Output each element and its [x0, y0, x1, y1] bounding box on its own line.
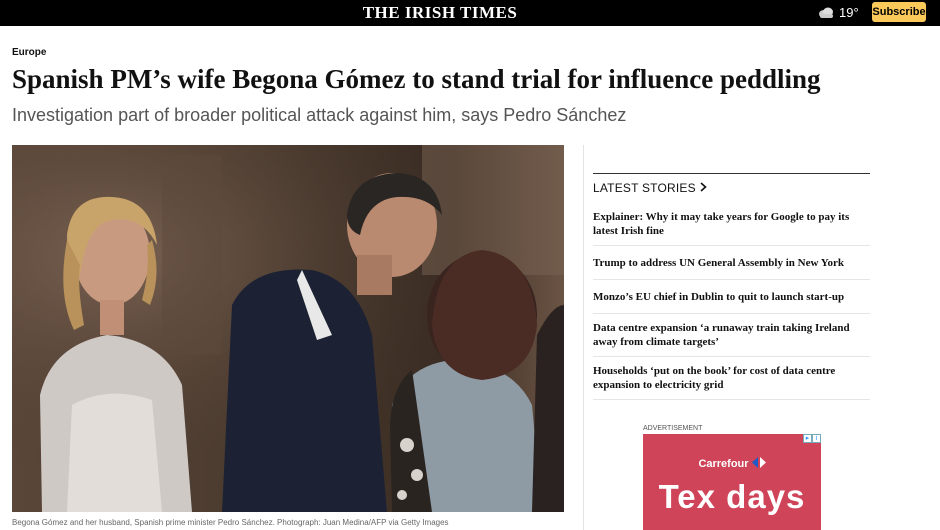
masthead-logo[interactable]: THE IRISH TIMES	[0, 3, 880, 23]
latest-story-item[interactable]: Trump to address UN General Assembly in …	[593, 246, 870, 280]
subscribe-button[interactable]: Subscribe	[872, 2, 926, 22]
latest-stories-title: LATEST STORIES	[593, 181, 696, 195]
cloud-icon	[818, 7, 835, 19]
article-headline: Spanish PM’s wife Begona Gómez to stand …	[12, 64, 821, 94]
latest-story-item[interactable]: Explainer: Why it may take years for Goo…	[593, 203, 870, 246]
column-divider	[583, 145, 584, 530]
weather-temperature: 19°	[839, 5, 859, 20]
chevron-right-icon	[700, 181, 707, 195]
article-standfirst: Investigation part of broader political …	[12, 105, 627, 125]
hero-image	[12, 145, 564, 512]
info-icon: i	[812, 434, 821, 443]
advertisement-label: ADVERTISEMENT	[643, 425, 703, 432]
latest-story-item[interactable]: Monzo’s EU chief in Dublin to quit to la…	[593, 280, 870, 314]
ad-choices-icon[interactable]: ▸ i	[803, 434, 821, 443]
latest-stories-link[interactable]: LATEST STORIES	[593, 181, 870, 195]
latest-story-item[interactable]: Data centre expansion ‘a runaway train t…	[593, 314, 870, 357]
latest-stories-list: Explainer: Why it may take years for Goo…	[593, 203, 870, 400]
section-link[interactable]: Europe	[12, 47, 46, 58]
latest-stories-panel: LATEST STORIES Explainer: Why it may tak…	[593, 173, 870, 400]
ad-brand-name: Carrefour	[698, 458, 749, 470]
weather-widget[interactable]: 19°	[818, 5, 859, 20]
ad-headline: Tex days	[658, 478, 806, 515]
ad-brand: Carrefour	[643, 457, 821, 471]
advertisement-banner[interactable]: ▸ i Carrefour Tex days	[643, 434, 821, 530]
image-caption: Begona Gómez and her husband, Spanish pr…	[12, 518, 449, 527]
carrefour-logo-icon	[751, 457, 766, 471]
play-icon: ▸	[803, 434, 812, 443]
top-navigation-bar: THE IRISH TIMES 19° Subscribe	[0, 0, 940, 26]
latest-story-item[interactable]: Households ‘put on the book’ for cost of…	[593, 357, 870, 400]
